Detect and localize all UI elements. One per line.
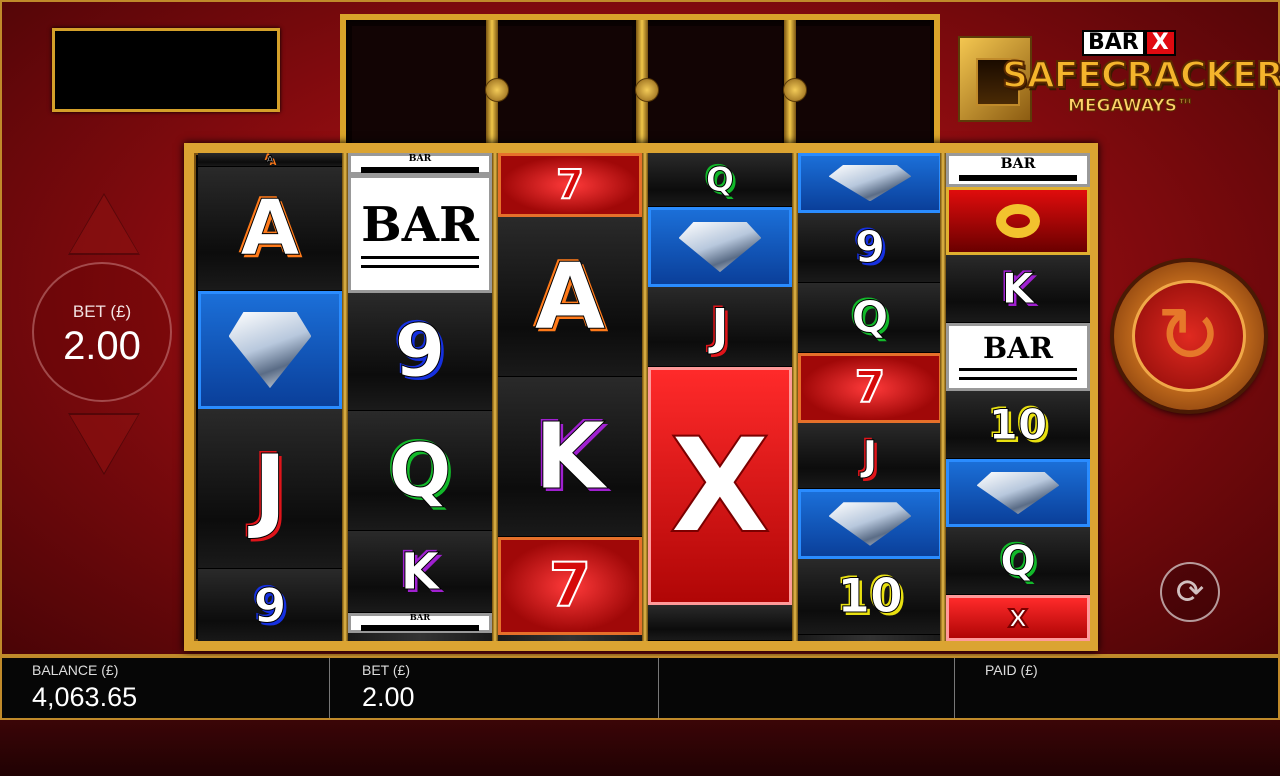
symbol-ring <box>946 187 1090 255</box>
hinge-icon <box>783 78 807 102</box>
symbol-bar: BAR <box>348 175 492 293</box>
symbol-a: A <box>198 167 342 291</box>
bet-selector[interactable]: BET (£) 2.00 <box>32 262 172 402</box>
diamond-icon <box>678 221 762 273</box>
status-bar: BALANCE (£) 4,063.65 BET (£) 2.00 PAID (… <box>0 656 1280 720</box>
symbol-blank <box>648 605 792 641</box>
symbol-k: K <box>946 255 1090 323</box>
reel-separator <box>940 153 946 641</box>
paid-panel: PAID (£) <box>955 658 1278 718</box>
symbol-diamond <box>198 291 342 409</box>
symbol-x: X <box>946 595 1090 641</box>
symbol-diamond <box>648 207 792 287</box>
bar-text: BAR <box>361 197 479 253</box>
symbol-bar: BAR <box>946 323 1090 391</box>
symbol-9: 9 <box>798 213 942 283</box>
bar-stripes <box>958 368 1078 380</box>
logo-x-text: X <box>1144 30 1176 56</box>
locker-reel-frame <box>340 14 940 150</box>
reel-column-4: Q JX <box>648 153 792 641</box>
autoplay-button[interactable]: ⟳ <box>1160 562 1220 622</box>
ring-icon <box>996 204 1040 238</box>
bar-text: BAR <box>409 612 431 622</box>
spin-button[interactable]: ↻ <box>1114 262 1264 410</box>
bet-panel: BET (£) 2.00 <box>330 658 659 718</box>
symbol-10: 10 <box>946 391 1090 459</box>
spin-arrow-icon: ↻ <box>1132 280 1246 392</box>
autoplay-icon: ⟳ <box>1175 572 1205 612</box>
symbol-q: Q <box>798 283 942 353</box>
symbol-j: J <box>798 423 942 489</box>
symbol-diamond <box>798 153 942 213</box>
bet-value: 2.00 <box>362 682 415 712</box>
symbol-bar: BAR <box>348 153 492 175</box>
bar-text: BAR <box>1000 156 1036 172</box>
reel-column-1: AAJ9 <box>198 153 342 641</box>
locker-cell <box>498 26 632 144</box>
reel-column-3: 7AK7 <box>498 153 642 641</box>
bar-text: BAR <box>408 153 432 164</box>
bet-label: BET (£) <box>362 662 410 678</box>
diamond-icon <box>976 471 1060 515</box>
balance-label: BALANCE (£) <box>32 662 119 678</box>
balance-value: 4,063.65 <box>32 682 138 712</box>
diamond-icon <box>228 311 312 389</box>
symbol-seven: 7 <box>798 353 942 423</box>
paid-label: PAID (£) <box>985 662 1038 678</box>
locker-cell <box>648 26 782 144</box>
symbol-k: K <box>348 531 492 613</box>
reel-separator <box>492 153 498 641</box>
symbol-q: Q <box>648 153 792 207</box>
message-panel <box>659 658 955 718</box>
symbol-k: K <box>498 377 642 537</box>
logo-title: SAFECRACKER <box>1001 55 1280 97</box>
diamond-icon <box>828 502 912 546</box>
bottom-background <box>0 720 1280 776</box>
reel-column-2: BAR BAR 9 Q K BAR <box>348 153 492 641</box>
symbol-seven: 7 <box>498 537 642 635</box>
bar-stripes <box>958 175 1078 181</box>
symbol-bar: BAR <box>348 612 492 633</box>
symbol-diamond <box>946 459 1090 527</box>
hinge-icon <box>635 78 659 102</box>
symbol-seven: 7 <box>498 153 642 217</box>
symbol-a: A <box>198 153 342 167</box>
bet-selector-label: BET (£) <box>72 302 132 321</box>
symbol-diamond <box>798 489 942 559</box>
reel-separator <box>792 153 798 641</box>
bar-text: BAR <box>982 331 1053 365</box>
logo-subtitle: MEGAWAYS™ <box>1068 96 1195 117</box>
symbol-bar: BAR <box>946 153 1090 187</box>
symbol-j: J <box>198 409 342 569</box>
reel-frame: A A J 9 BAR BAR 9 Q K BAR 7 A K 7 Q J X 9 Q 7 J 10 BAR K BAR 10 Q X <box>184 143 1098 651</box>
reel-column-6: BAR K BAR 10 Q X <box>946 153 1090 641</box>
symbol-x: X <box>648 367 792 605</box>
locker-cell <box>352 26 486 144</box>
symbol-a: A <box>498 217 642 377</box>
symbol-9: 9 <box>198 569 342 641</box>
logo-bar-text: BAR <box>1082 30 1145 56</box>
locker-cell <box>796 26 930 144</box>
bar-stripes <box>360 625 480 631</box>
bar-stripes <box>360 166 480 173</box>
bet-selector-value: 2.00 <box>63 324 141 368</box>
balance-panel: BALANCE (£) 4,063.65 <box>2 658 330 718</box>
symbol-j: J <box>648 287 792 367</box>
game-logo: BAR X SAFECRACKER MEGAWAYS™ <box>958 30 1280 124</box>
symbol-q: Q <box>348 411 492 531</box>
symbol-9: 9 <box>348 293 492 411</box>
symbol-q: Q <box>946 527 1090 595</box>
reel-separator <box>642 153 648 641</box>
diamond-icon <box>828 164 912 202</box>
symbol-10: 10 <box>798 559 942 635</box>
reel-column-5: 9 Q 7 J 10 <box>798 153 942 641</box>
info-display-box <box>52 28 280 112</box>
bet-increase-button[interactable] <box>68 193 140 255</box>
bet-decrease-button[interactable] <box>68 413 140 475</box>
reel-separator <box>342 153 348 641</box>
bar-stripes <box>360 256 480 268</box>
logo-barx: BAR X <box>1082 30 1176 56</box>
hinge-icon <box>485 78 509 102</box>
